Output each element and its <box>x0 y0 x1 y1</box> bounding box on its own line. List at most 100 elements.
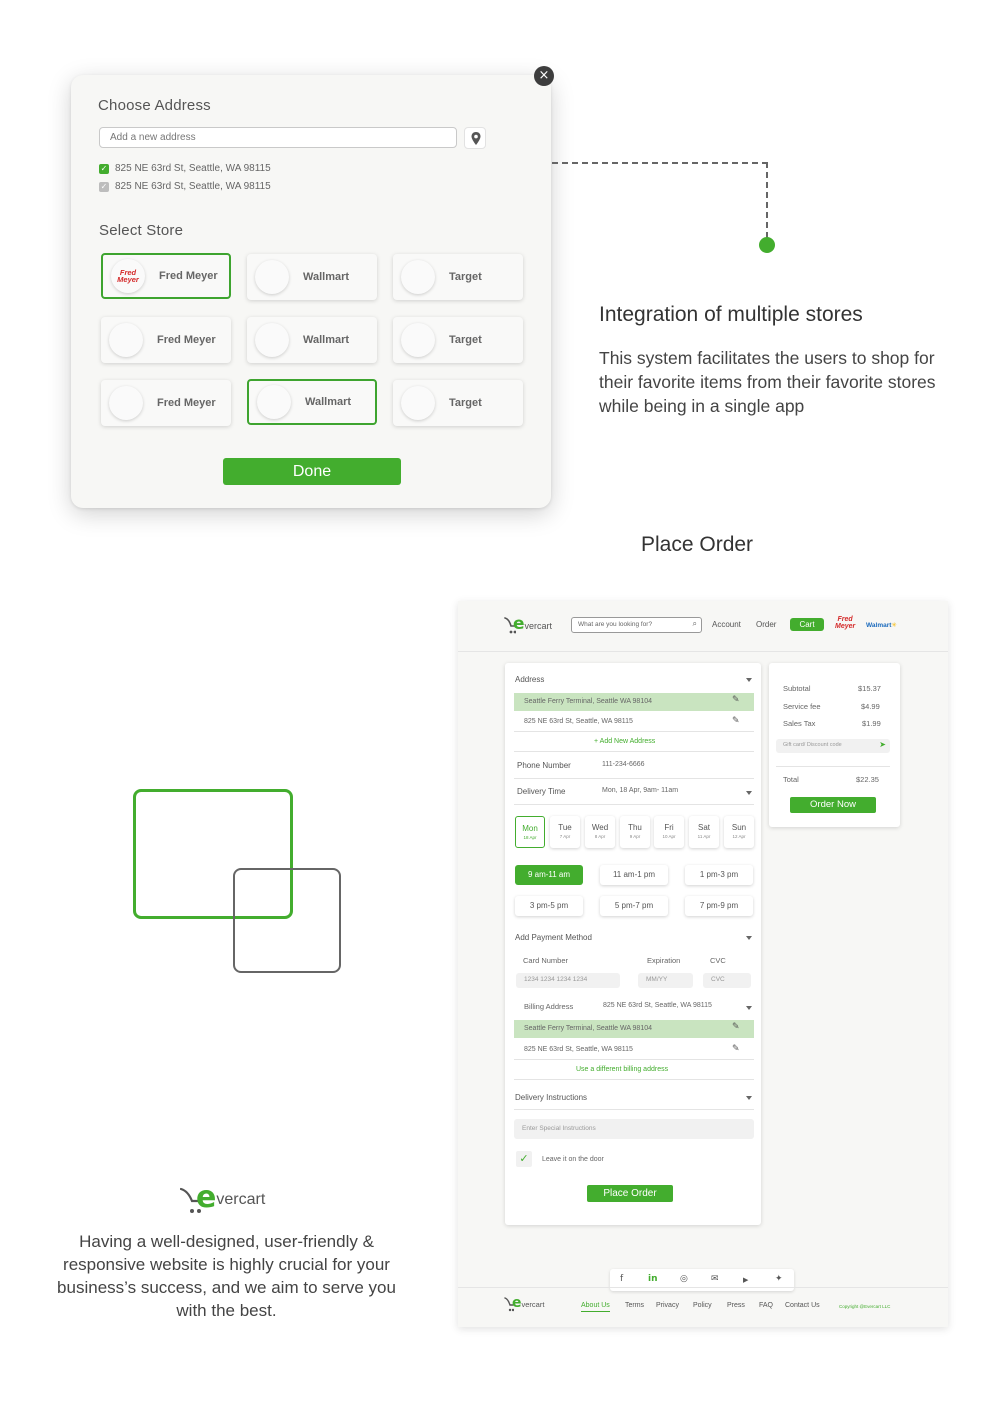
payment-title: Add Payment Method <box>515 933 592 942</box>
mail-icon[interactable]: ✉ <box>711 1274 719 1284</box>
store-card-wallmart[interactable]: Wallmart <box>247 379 377 425</box>
chevron-down-icon[interactable] <box>746 678 752 682</box>
address-other-text[interactable]: 825 NE 63rd St, Seattle, WA 98115 <box>524 718 633 725</box>
edit-icon[interactable]: ✎ <box>732 1023 740 1032</box>
checkbox-icon[interactable]: ✓ <box>99 181 109 192</box>
chevron-down-icon[interactable] <box>746 791 752 795</box>
fred-meyer-logo[interactable]: Fred Meyer <box>835 616 855 630</box>
close-icon[interactable]: × <box>534 66 554 86</box>
chevron-down-icon[interactable] <box>746 1096 752 1100</box>
place-order-button[interactable]: Place Order <box>587 1185 673 1202</box>
search-icon[interactable]: ⌕ <box>693 619 697 629</box>
different-billing-link[interactable]: Use a different billing address <box>576 1066 668 1073</box>
day-sun[interactable]: Sun 12 Apr <box>724 816 754 848</box>
expiration-label: Expiration <box>647 956 681 965</box>
time-slot[interactable]: 7 pm-9 pm <box>685 896 753 916</box>
store-name: Wallmart <box>305 396 352 408</box>
footer-divider <box>458 1287 948 1288</box>
delivery-time-value[interactable]: Mon, 18 Apr, 9am- 11am <box>602 787 678 794</box>
leave-door-label[interactable]: Leave it on the door <box>542 1156 604 1163</box>
chevron-down-icon[interactable] <box>746 1006 752 1010</box>
edit-icon[interactable]: ✎ <box>732 717 740 726</box>
address-option-1[interactable]: ✓ 825 NE 63rd St, Seattle, WA 98115 <box>99 163 271 174</box>
store-card-wallmart[interactable]: Wallmart <box>247 254 377 300</box>
store-logo-placeholder <box>255 260 289 294</box>
edit-icon[interactable]: ✎ <box>732 696 740 705</box>
edit-icon[interactable]: ✎ <box>732 1045 740 1054</box>
store-card-fred-meyer[interactable]: Fred Meyer <box>101 380 231 426</box>
time-slot[interactable]: 9 am-11 am <box>515 865 583 885</box>
footer-link-contact[interactable]: Contact Us <box>785 1302 820 1309</box>
time-slot[interactable]: 3 pm-5 pm <box>515 896 583 916</box>
day-thu[interactable]: Thu 9 Apr <box>620 816 650 848</box>
time-slot[interactable]: 1 pm-3 pm <box>685 865 753 885</box>
store-name: Target <box>449 334 482 346</box>
twitter-icon[interactable]: ✦ <box>775 1274 783 1284</box>
store-card-target[interactable]: Target <box>393 317 523 363</box>
divider <box>514 1079 754 1080</box>
card-number-input[interactable]: 1234 1234 1234 1234 <box>516 973 620 988</box>
billing-selected-text: Seattle Ferry Terminal, Seattle WA 98104 <box>524 1025 653 1032</box>
chevron-down-icon[interactable] <box>746 936 752 940</box>
delivery-time-label: Delivery Time <box>517 787 566 796</box>
store-card-fred-meyer[interactable]: Fred Meyer Fred Meyer <box>101 253 231 299</box>
day-fri[interactable]: Fri 10 Apr <box>654 816 684 848</box>
cvc-input[interactable]: CVC <box>703 973 751 988</box>
gift-code-input[interactable]: Gift card/ Discount code ➤ <box>776 739 890 753</box>
footer-link-faq[interactable]: FAQ <box>759 1302 773 1309</box>
select-store-title: Select Store <box>99 222 184 239</box>
checkmark-icon[interactable]: ✓ <box>516 1151 532 1167</box>
nav-account[interactable]: Account <box>712 620 741 629</box>
footer-link-privacy[interactable]: Privacy <box>656 1302 679 1309</box>
day-mon[interactable]: Mon 18 Apr <box>515 816 545 848</box>
copyright-text: Copyright @Evercart LLC <box>839 1304 891 1309</box>
instagram-icon[interactable]: ◎ <box>680 1274 688 1284</box>
footer-link-about[interactable]: About Us <box>581 1302 610 1312</box>
store-card-wallmart[interactable]: Wallmart <box>247 317 377 363</box>
evercart-logo[interactable]: e vercart <box>504 613 552 635</box>
send-icon[interactable]: ➤ <box>879 740 886 749</box>
store-logo-placeholder <box>255 323 289 357</box>
billing-other-text[interactable]: 825 NE 63rd St, Seattle, WA 98115 <box>524 1046 633 1053</box>
youtube-icon[interactable]: ▶ <box>743 1276 748 1284</box>
expiration-input[interactable]: MM/YY <box>638 973 693 988</box>
order-now-button[interactable]: Order Now <box>790 797 876 813</box>
nav-order[interactable]: Order <box>756 620 776 629</box>
total-value: $22.35 <box>856 775 879 784</box>
search-input[interactable]: What are you looking for? ⌕ <box>571 617 702 633</box>
day-wed[interactable]: Wed 8 Apr <box>585 816 615 848</box>
done-button[interactable]: Done <box>223 458 401 485</box>
address-option-text: 825 NE 63rd St, Seattle, WA 98115 <box>115 181 271 192</box>
cart-button[interactable]: Cart <box>790 618 824 631</box>
location-pin-button[interactable] <box>464 127 486 149</box>
add-new-address-link[interactable]: + Add New Address <box>594 738 655 745</box>
footer-link-terms[interactable]: Terms <box>625 1302 644 1309</box>
add-address-input[interactable]: Add a new address <box>99 127 457 148</box>
linkedin-icon[interactable]: in <box>648 1274 658 1284</box>
time-slot[interactable]: 5 pm-7 pm <box>600 896 668 916</box>
store-card-target[interactable]: Target <box>393 380 523 426</box>
store-card-fred-meyer[interactable]: Fred Meyer <box>101 317 231 363</box>
walmart-logo[interactable]: Walmart✳ <box>866 621 897 629</box>
checkbox-checked-icon[interactable]: ✓ <box>99 163 109 174</box>
divider <box>514 1109 754 1110</box>
footer-link-press[interactable]: Press <box>727 1302 745 1309</box>
time-slot[interactable]: 11 am-1 pm <box>600 865 668 885</box>
phone-value[interactable]: 111-234-6666 <box>602 761 645 768</box>
checkout-panel <box>505 663 761 1225</box>
address-option-2[interactable]: ✓ 825 NE 63rd St, Seattle, WA 98115 <box>99 181 271 192</box>
choose-address-title: Choose Address <box>98 97 211 114</box>
divider <box>776 766 890 767</box>
facebook-icon[interactable]: f <box>620 1274 623 1284</box>
day-tue[interactable]: Tue 7 Apr <box>550 816 580 848</box>
day-sat[interactable]: Sat 11 Apr <box>689 816 719 848</box>
billing-address-value[interactable]: 825 NE 63rd St, Seattle, WA 98115 <box>603 1002 712 1009</box>
footer-link-policy[interactable]: Policy <box>693 1302 712 1309</box>
store-logo-placeholder <box>401 260 435 294</box>
tagline: Having a well-designed, user-friendly & … <box>57 1232 396 1320</box>
store-card-target[interactable]: Target <box>393 254 523 300</box>
evercart-logo[interactable]: e vercart <box>504 1294 544 1312</box>
connector-dot <box>759 237 775 253</box>
instructions-input[interactable]: Enter Special Instructions <box>514 1119 754 1139</box>
store-name: Target <box>449 397 482 409</box>
